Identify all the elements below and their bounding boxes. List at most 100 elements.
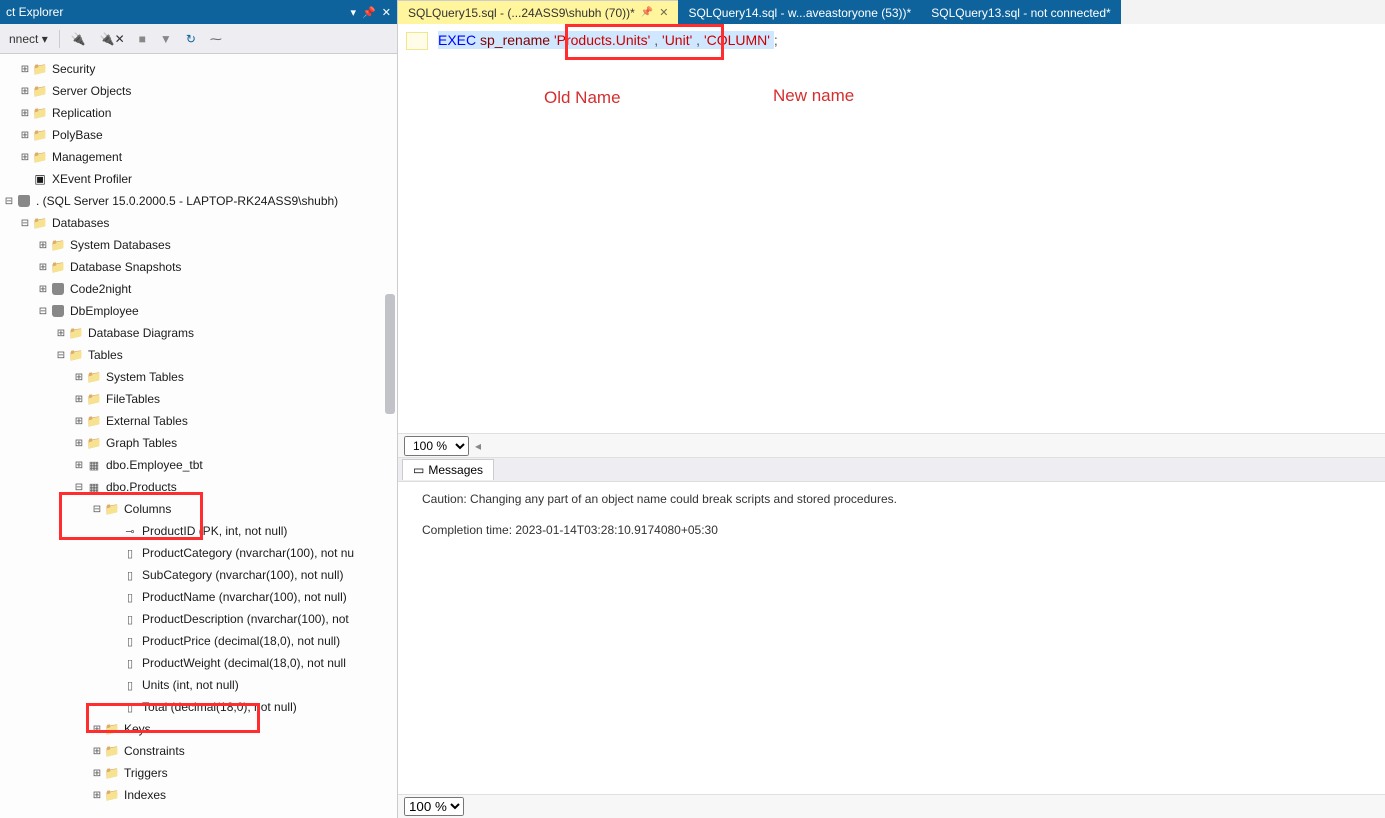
column-item[interactable]: ProductWeight (decimal(18,0), not null [0, 652, 397, 674]
annotation-new-name: New name [773, 86, 854, 106]
tables-node[interactable]: ⊟ Tables [0, 344, 397, 366]
tree-management[interactable]: ⊞ Management [0, 146, 397, 168]
sql-editor[interactable]: EXEC sp_rename 'Products.Units' , 'Unit'… [398, 24, 1385, 434]
chevron-left-icon[interactable]: ◂ [475, 439, 481, 453]
messages-icon: ▭ [413, 463, 424, 477]
file-tab-query13[interactable]: SQLQuery13.sql - not connected* [921, 0, 1120, 24]
column-label: ProductName (nvarchar(100), not null) [142, 590, 347, 604]
expander-icon[interactable]: ⊞ [18, 64, 32, 75]
activity-icon[interactable]: ⁓ [205, 29, 227, 49]
zoom-select-messages[interactable]: 100 % [404, 797, 464, 816]
column-item[interactable]: ProductDescription (nvarchar(100), not [0, 608, 397, 630]
column-icon [122, 699, 138, 715]
expander-icon[interactable]: ⊟ [36, 306, 50, 317]
annotation-old-name: Old Name [544, 88, 621, 108]
tablesub-triggers[interactable]: ⊞ Triggers [0, 762, 397, 784]
tablesub-keys[interactable]: ⊞ Keys [0, 718, 397, 740]
messages-output[interactable]: Caution: Changing any part of an object … [398, 482, 1385, 794]
column-item[interactable]: SubCategory (nvarchar(100), not null) [0, 564, 397, 586]
folder-icon [104, 787, 120, 803]
connect-icon[interactable]: 🔌 [66, 29, 91, 49]
stop-icon[interactable]: ■ [134, 29, 151, 49]
tablefolder-systables[interactable]: ⊞ System Tables [0, 366, 397, 388]
dropdown-icon[interactable]: ▾ [351, 6, 357, 19]
tables-label: Tables [88, 348, 123, 362]
tree-security[interactable]: ⊞ Security [0, 58, 397, 80]
connect-button[interactable]: nnect ▾ [4, 29, 53, 49]
tree-item-label: Management [52, 150, 122, 164]
columns-node[interactable]: ⊟ Columns [0, 498, 397, 520]
messages-tab[interactable]: ▭ Messages [402, 459, 494, 480]
column-item[interactable]: ProductID (PK, int, not null) [0, 520, 397, 542]
table-icon [86, 457, 102, 473]
file-tab-query15[interactable]: SQLQuery15.sql - (...24ASS9\shubh (70))*… [398, 0, 678, 24]
zoom-select[interactable]: 100 % [404, 436, 469, 456]
expander-icon[interactable]: ⊞ [36, 240, 50, 251]
tree-xevent[interactable]: ▣ XEvent Profiler [0, 168, 397, 190]
expander-icon[interactable]: ⊞ [18, 130, 32, 141]
expander-icon[interactable]: ⊞ [18, 108, 32, 119]
expander-icon[interactable]: ⊞ [36, 262, 50, 273]
expander-icon[interactable]: ⊟ [90, 504, 104, 515]
expander-icon[interactable]: ⊟ [2, 196, 16, 207]
expander-icon[interactable]: ⊞ [18, 152, 32, 163]
databases-node[interactable]: ⊟ Databases [0, 212, 397, 234]
column-item[interactable]: Total (decimal(18,0), not null) [0, 696, 397, 718]
expander-icon[interactable]: ⊞ [72, 394, 86, 405]
code-line-1[interactable]: EXEC sp_rename 'Products.Units' , 'Unit'… [438, 32, 778, 48]
expander-icon[interactable]: ⊟ [54, 350, 68, 361]
expander-icon[interactable]: ⊞ [72, 372, 86, 383]
key-icon [122, 523, 138, 539]
tree-polybase[interactable]: ⊞ PolyBase [0, 124, 397, 146]
expander-icon[interactable]: ⊞ [90, 768, 104, 779]
refresh-icon[interactable]: ↻ [181, 29, 201, 49]
filter-icon[interactable]: ▼ [155, 29, 177, 49]
tree-sysdb[interactable]: ⊞ System Databases [0, 234, 397, 256]
expander-icon[interactable]: ⊞ [18, 86, 32, 97]
tablefolder-graphtables[interactable]: ⊞ Graph Tables [0, 432, 397, 454]
pin-icon[interactable]: 📌 [641, 7, 653, 18]
database-dbemployee[interactable]: ⊟ DbEmployee [0, 300, 397, 322]
expander-icon[interactable]: ⊞ [36, 284, 50, 295]
column-item[interactable]: Units (int, not null) [0, 674, 397, 696]
expander-icon[interactable]: ⊟ [18, 218, 32, 229]
column-label: ProductWeight (decimal(18,0), not null [142, 656, 346, 670]
databases-label: Databases [52, 216, 109, 230]
expander-icon[interactable]: ⊞ [54, 328, 68, 339]
expander-icon[interactable]: ⊞ [72, 416, 86, 427]
expander-icon[interactable]: ⊞ [90, 724, 104, 735]
tree-item-label: PolyBase [52, 128, 103, 142]
column-item[interactable]: ProductPrice (decimal(18,0), not null) [0, 630, 397, 652]
expander-icon[interactable]: ⊞ [90, 746, 104, 757]
close-icon[interactable]: ✕ [382, 6, 391, 19]
disconnect-icon[interactable]: 🔌✕ [95, 29, 130, 49]
table-employee[interactable]: ⊞ dbo.Employee_tbt [0, 454, 397, 476]
folder-icon [104, 501, 120, 517]
close-icon[interactable]: ✕ [659, 6, 668, 19]
expander-icon[interactable]: ⊟ [72, 482, 86, 493]
pin-icon[interactable]: 📌 [362, 6, 376, 19]
keyword-exec: EXEC [438, 32, 476, 48]
column-item[interactable]: ProductName (nvarchar(100), not null) [0, 586, 397, 608]
column-icon [122, 589, 138, 605]
tree-snapshots[interactable]: ⊞ Database Snapshots [0, 256, 397, 278]
column-item[interactable]: ProductCategory (nvarchar(100), not nu [0, 542, 397, 564]
database-code2night[interactable]: ⊞ Code2night [0, 278, 397, 300]
tree-serverobjects[interactable]: ⊞ Server Objects [0, 80, 397, 102]
tablesub-indexes[interactable]: ⊞ Indexes [0, 784, 397, 806]
table-products[interactable]: ⊟ dbo.Products [0, 476, 397, 498]
expander-icon[interactable]: ⊞ [72, 438, 86, 449]
tablefolder-externaltables[interactable]: ⊞ External Tables [0, 410, 397, 432]
expander-icon[interactable]: ⊞ [72, 460, 86, 471]
database-diagrams-node[interactable]: ⊞ Database Diagrams [0, 322, 397, 344]
expander-icon[interactable]: ⊞ [90, 790, 104, 801]
scrollbar-thumb[interactable] [385, 294, 395, 414]
file-tab-query14[interactable]: SQLQuery14.sql - w...aveastoryone (53))* [678, 0, 921, 24]
tree-item-label: System Tables [106, 370, 184, 384]
tree-replication[interactable]: ⊞ Replication [0, 102, 397, 124]
object-explorer-tree[interactable]: ⊞ Security ⊞ Server Objects ⊞ Replicatio… [0, 54, 397, 818]
server-label: . (SQL Server 15.0.2000.5 - LAPTOP-RK24A… [36, 194, 338, 208]
server-node[interactable]: ⊟ . (SQL Server 15.0.2000.5 - LAPTOP-RK2… [0, 190, 397, 212]
tablesub-constraints[interactable]: ⊞ Constraints [0, 740, 397, 762]
tablefolder-filetables[interactable]: ⊞ FileTables [0, 388, 397, 410]
